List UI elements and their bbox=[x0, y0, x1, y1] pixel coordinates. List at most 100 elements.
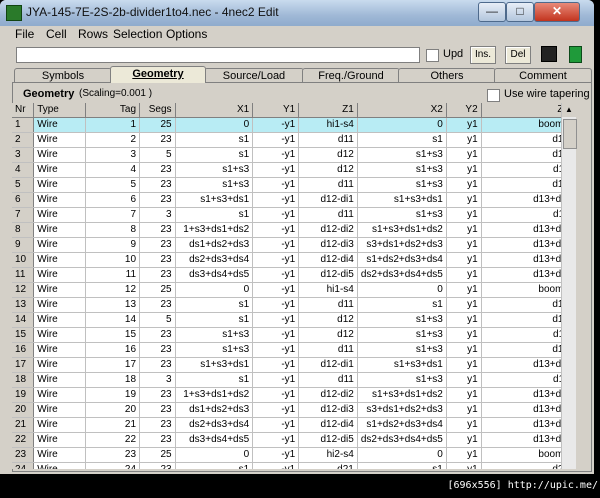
table-cell[interactable]: 1+s3+ds1+ds2 bbox=[175, 222, 254, 238]
table-row[interactable]: 16Wire1623s1+s3-y1d11s1+s3y1d13 bbox=[12, 342, 573, 358]
table-row[interactable]: 10 Wire 10 23 ds2+ds3+ds4 -y1 d12-di4 s1+ds2+ds… bbox=[12, 252, 573, 268]
table-cell[interactable]: Wire bbox=[33, 117, 87, 133]
table-cell[interactable]: s1+s3 bbox=[357, 147, 447, 163]
header-z1[interactable]: Z1 bbox=[298, 103, 358, 118]
table-row[interactable]: 9 Wire 9 23 ds1+ds2+ds3 -y1 d12-di3 s3+ds1+ds2+… bbox=[12, 237, 573, 253]
table-cell[interactable]: 23 bbox=[139, 237, 176, 253]
table-cell[interactable]: 24 bbox=[12, 462, 35, 469]
table-cell[interactable]: -y1 bbox=[252, 417, 300, 433]
table-row[interactable]: 4Wire423s1+s3-y1d12s1+s3y1d11 bbox=[12, 162, 573, 178]
table-cell[interactable]: Wire bbox=[33, 327, 87, 343]
table-cell[interactable]: s1+s3+ds1 bbox=[175, 357, 254, 373]
wire-tapering-checkbox[interactable] bbox=[487, 89, 500, 102]
table-cell[interactable]: Wire bbox=[33, 387, 87, 403]
table-cell[interactable]: 25 bbox=[139, 282, 176, 298]
table-cell[interactable]: d12 bbox=[298, 312, 358, 328]
table-cell[interactable]: s1 bbox=[175, 147, 254, 163]
table-cell[interactable]: s1 bbox=[357, 297, 447, 313]
table-cell[interactable]: -y1 bbox=[252, 432, 300, 448]
tab-source-load[interactable]: Source/Load bbox=[204, 68, 304, 83]
table-cell[interactable]: y1 bbox=[446, 387, 482, 403]
table-cell[interactable]: 3 bbox=[85, 147, 141, 163]
table-cell[interactable]: 0 bbox=[175, 117, 254, 133]
table-cell[interactable]: 19 bbox=[85, 387, 141, 403]
table-cell[interactable]: d11 bbox=[298, 372, 358, 388]
table-cell[interactable]: ds2+ds3+ds4 bbox=[175, 252, 254, 268]
table-cell[interactable]: s1+s3 bbox=[357, 372, 447, 388]
table-cell[interactable]: d12 bbox=[481, 312, 573, 328]
table-cell[interactable]: -y1 bbox=[252, 267, 300, 283]
table-row[interactable]: 2Wire223s1-y1d11s1y1d12 bbox=[12, 132, 573, 148]
table-cell[interactable]: ds2+ds3+ds4+ds5 bbox=[357, 267, 447, 283]
table-cell[interactable]: s1 bbox=[175, 297, 254, 313]
table-cell[interactable]: 13 bbox=[85, 297, 141, 313]
table-cell[interactable]: d12-di1 bbox=[298, 192, 358, 208]
table-cell[interactable]: s1 bbox=[357, 462, 447, 469]
table-row[interactable]: 7Wire73s1-y1d11s1+s3y1d11 bbox=[12, 207, 573, 223]
table-cell[interactable]: -y1 bbox=[252, 117, 300, 133]
table-cell[interactable]: 3 bbox=[12, 147, 35, 163]
table-cell[interactable]: 13 bbox=[12, 297, 35, 313]
table-row[interactable]: 19 Wire 19 23 1+s3+ds1+ds2 -y1 d12-di2 s1+s3+ds… bbox=[12, 387, 573, 403]
table-cell[interactable]: d13+di5 bbox=[481, 432, 573, 448]
geometry-grid[interactable]: Nr Type Tag Segs X1 Y1 Z1 X2 Y2 Z2 1Wire… bbox=[12, 103, 573, 469]
maximize-button[interactable]: □ bbox=[506, 2, 534, 22]
table-cell[interactable]: -y1 bbox=[252, 177, 300, 193]
table-cell[interactable]: 0 bbox=[357, 282, 447, 298]
table-cell[interactable]: d12 bbox=[481, 147, 573, 163]
vertical-scrollbar[interactable]: ▲ bbox=[561, 103, 577, 469]
table-cell[interactable]: 25 bbox=[139, 117, 176, 133]
tab-freq-ground[interactable]: Freq./Ground bbox=[302, 68, 400, 83]
table-cell[interactable]: d12 bbox=[298, 327, 358, 343]
table-cell[interactable]: 23 bbox=[139, 222, 176, 238]
table-cell[interactable]: 23 bbox=[139, 297, 176, 313]
header-x2[interactable]: X2 bbox=[357, 103, 447, 118]
table-cell[interactable]: d12-di2 bbox=[298, 222, 358, 238]
table-cell[interactable]: d12-di5 bbox=[298, 432, 358, 448]
table-cell[interactable]: 18 bbox=[85, 372, 141, 388]
table-cell[interactable]: hi1-s4 bbox=[298, 282, 358, 298]
upd-checkbox[interactable] bbox=[426, 49, 439, 62]
table-cell[interactable]: s1 bbox=[357, 132, 447, 148]
table-cell[interactable]: -y1 bbox=[252, 192, 300, 208]
table-cell[interactable]: 10 bbox=[12, 252, 35, 268]
table-cell[interactable]: d12-di2 bbox=[298, 387, 358, 403]
table-cell[interactable]: boom2 bbox=[481, 447, 573, 463]
table-cell[interactable]: y1 bbox=[446, 267, 482, 283]
table-cell[interactable]: -y1 bbox=[252, 147, 300, 163]
table-cell[interactable]: 24 bbox=[85, 462, 141, 469]
table-cell[interactable]: d13+di1 bbox=[481, 357, 573, 373]
table-cell[interactable]: -y1 bbox=[252, 402, 300, 418]
table-row[interactable]: 1 Wire 1 25 0 -y1 hi1-s4 0 y1 boom1 bbox=[12, 117, 573, 133]
minimize-button[interactable]: — bbox=[478, 2, 506, 22]
table-cell[interactable]: y1 bbox=[446, 327, 482, 343]
table-cell[interactable]: -y1 bbox=[252, 342, 300, 358]
table-cell[interactable]: d11 bbox=[298, 297, 358, 313]
table-cell[interactable]: y1 bbox=[446, 447, 482, 463]
table-cell[interactable]: y1 bbox=[446, 462, 482, 469]
table-cell[interactable]: y1 bbox=[446, 417, 482, 433]
table-cell[interactable]: s1+s3 bbox=[357, 177, 447, 193]
table-cell[interactable]: d12 bbox=[481, 132, 573, 148]
table-cell[interactable]: y1 bbox=[446, 297, 482, 313]
table-row[interactable]: 14Wire145s1-y1d12s1+s3y1d12 bbox=[12, 312, 573, 328]
table-cell[interactable]: -y1 bbox=[252, 222, 300, 238]
table-cell[interactable]: d13+di2 bbox=[481, 222, 573, 238]
table-cell[interactable]: d11 bbox=[298, 342, 358, 358]
table-cell[interactable]: s1+s3 bbox=[175, 342, 254, 358]
table-row[interactable]: 15Wire1523s1+s3-y1d12s1+s3y1d11 bbox=[12, 327, 573, 343]
table-cell[interactable]: s1+s3 bbox=[175, 162, 254, 178]
table-cell[interactable]: s1+s3 bbox=[357, 342, 447, 358]
table-cell[interactable]: ds3+ds4+ds5 bbox=[175, 432, 254, 448]
scroll-up-icon[interactable]: ▲ bbox=[562, 103, 576, 117]
table-cell[interactable]: -y1 bbox=[252, 162, 300, 178]
table-cell[interactable]: d11 bbox=[481, 372, 573, 388]
table-cell[interactable]: 3 bbox=[139, 207, 176, 223]
table-cell[interactable]: ds1+ds2+ds3 bbox=[175, 402, 254, 418]
table-cell[interactable]: 23 bbox=[139, 402, 176, 418]
table-cell[interactable]: d12-di1 bbox=[298, 357, 358, 373]
table-cell[interactable]: d12 bbox=[298, 162, 358, 178]
table-row[interactable]: 13Wire1323s1-y1d11s1y1d12 bbox=[12, 297, 573, 313]
table-cell[interactable]: Wire bbox=[33, 207, 87, 223]
table-cell[interactable]: s1+s3 bbox=[357, 162, 447, 178]
